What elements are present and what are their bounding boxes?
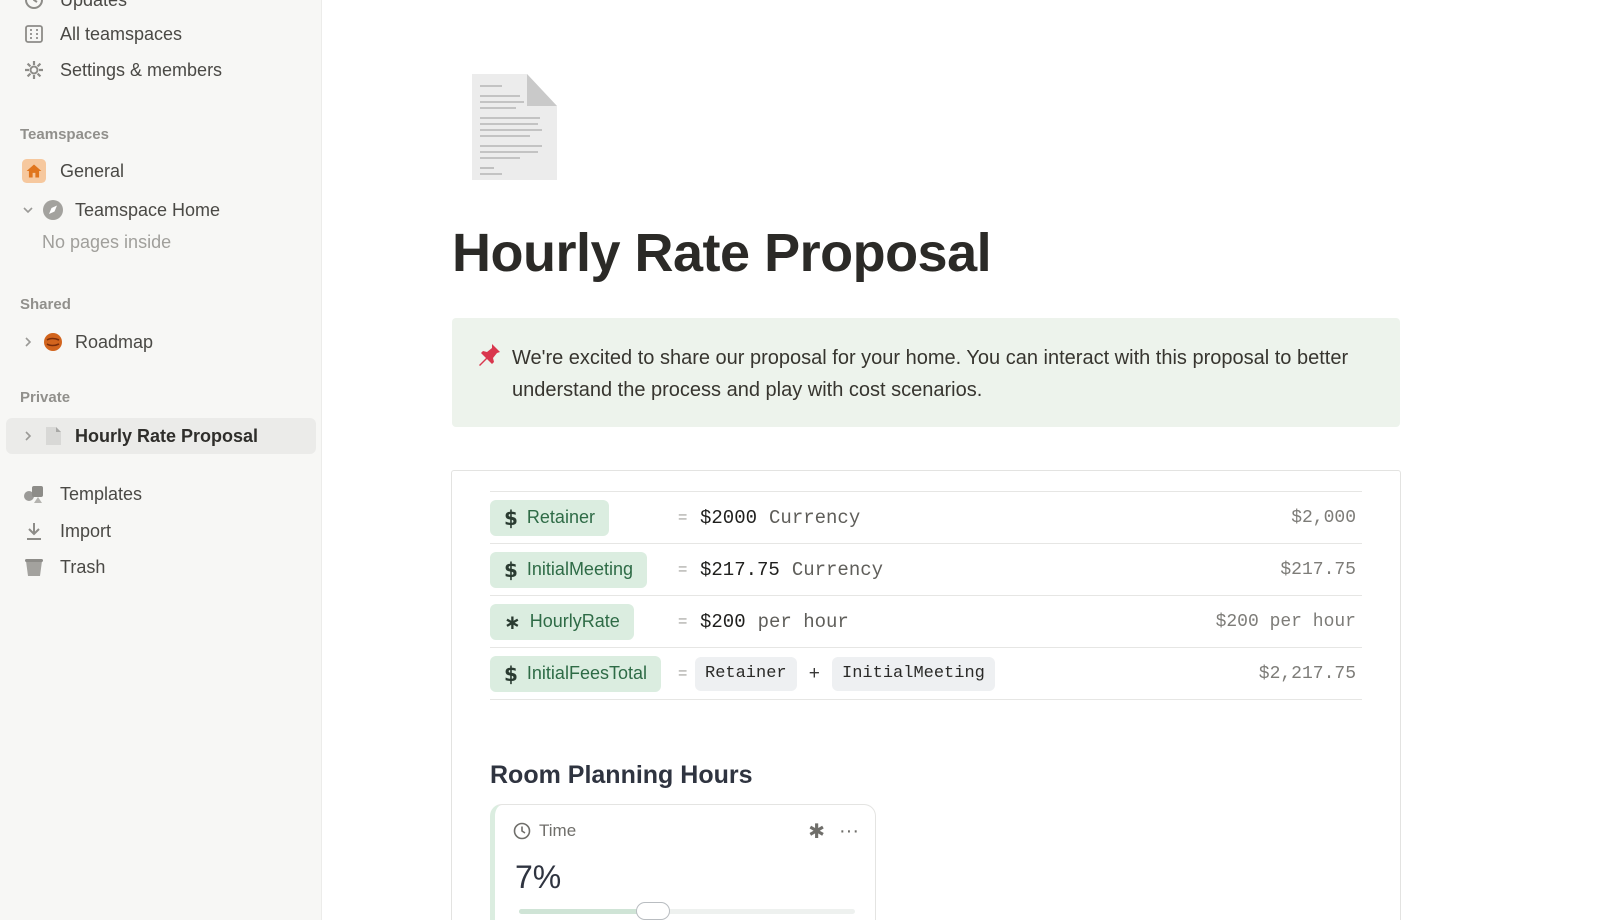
variable-result: $217.75: [1280, 559, 1356, 580]
sidebar-item-hourly-rate-proposal[interactable]: Hourly Rate Proposal: [6, 418, 316, 454]
sidebar-item-import[interactable]: Import: [6, 513, 316, 549]
slider-track[interactable]: [519, 902, 855, 920]
sidebar-item-label: Templates: [60, 483, 143, 504]
variable-result: $2,217.75: [1258, 663, 1356, 684]
time-slider-card[interactable]: Time ✱ ··· 7%: [490, 804, 876, 920]
variables-table: $ Retainer = $2000 Currency $2,000 $ Ini…: [490, 491, 1362, 700]
expression-unit: Currency: [791, 558, 884, 581]
roadmap-icon: [41, 330, 65, 354]
sidebar-item-label: Teamspace Home: [75, 199, 221, 220]
page-document-icon[interactable]: [462, 72, 562, 182]
reference-chip-retainer[interactable]: Retainer: [695, 656, 797, 691]
expression-value: $2000: [700, 506, 758, 529]
callout[interactable]: We're excited to share our proposal for …: [452, 318, 1400, 427]
sidebar-item-label: Roadmap: [75, 331, 154, 352]
slider-value: 7%: [515, 859, 562, 895]
variable-chip-retainer[interactable]: $ Retainer: [490, 499, 609, 536]
equals-sign: =: [678, 508, 688, 526]
variable-name: Retainer: [526, 507, 595, 527]
sidebar-item-trash[interactable]: Trash: [6, 549, 316, 585]
gear-icon: [22, 58, 46, 82]
reference-chip-initial-meeting[interactable]: InitialMeeting: [832, 656, 995, 691]
private-heading: Private: [20, 389, 71, 406]
equals-sign: =: [678, 612, 688, 630]
sidebar-item-all-teamspaces[interactable]: All teamspaces: [6, 16, 316, 52]
dollar-icon: $: [504, 505, 518, 530]
plus-operator: +: [808, 662, 821, 685]
variable-expression[interactable]: Retainer + InitialMeeting: [695, 656, 995, 691]
chevron-right-icon[interactable]: [21, 430, 35, 442]
expression-value: $217.75: [700, 558, 780, 581]
equals-sign: =: [678, 560, 688, 578]
table-row[interactable]: $ InitialFeesTotal = Retainer + InitialM…: [490, 648, 1362, 700]
variable-chip-initial-meeting[interactable]: $ InitialMeeting: [490, 551, 647, 588]
sidebar-item-teamspace-home[interactable]: Teamspace Home: [6, 192, 316, 228]
variable-expression[interactable]: $217.75 Currency: [700, 559, 883, 581]
shared-heading: Shared: [20, 296, 71, 313]
dollar-icon: $: [504, 661, 518, 686]
more-icon[interactable]: ···: [839, 820, 859, 843]
variable-name: HourlyRate: [529, 611, 620, 631]
sidebar: Updates All teamspaces Settings & member…: [0, 0, 322, 920]
slider-fill: [519, 909, 654, 914]
expression-unit: Currency: [769, 506, 861, 529]
sidebar-item-roadmap[interactable]: Roadmap: [6, 324, 316, 360]
variable-name: InitialMeeting: [526, 559, 633, 579]
sidebar-item-label: Trash: [60, 556, 106, 577]
sidebar-item-label: All teamspaces: [60, 23, 183, 44]
sidebar-item-label: General: [60, 160, 125, 181]
sidebar-item-label: Updates: [60, 0, 127, 11]
asterisk-icon[interactable]: ✱: [808, 819, 825, 844]
trash-icon: [22, 555, 46, 579]
app-window: Updates All teamspaces Settings & member…: [0, 0, 1600, 920]
asterisk-icon: ∗: [504, 609, 521, 634]
building-icon: [22, 22, 46, 46]
expression-unit: per hour: [757, 610, 849, 633]
table-row[interactable]: ∗ HourlyRate = $200 per hour $200 per ho…: [490, 596, 1362, 648]
no-pages-label: No pages inside: [42, 232, 172, 252]
teamspaces-heading: Teamspaces: [20, 126, 109, 143]
section-heading[interactable]: Room Planning Hours: [490, 761, 753, 790]
callout-text: We're excited to share our proposal for …: [512, 347, 1349, 401]
sidebar-item-label: Import: [60, 520, 112, 541]
chevron-down-icon[interactable]: [21, 204, 35, 216]
import-icon: [22, 519, 46, 543]
page-title[interactable]: Hourly Rate Proposal: [452, 222, 992, 284]
variable-result: $2,000: [1291, 507, 1356, 528]
clock-icon: [513, 822, 531, 840]
dollar-icon: $: [504, 557, 518, 582]
variable-chip-hourly-rate[interactable]: ∗ HourlyRate: [490, 603, 634, 640]
slider-actions: ✱ ···: [794, 819, 859, 844]
expression-value: $200: [700, 610, 746, 633]
slider-label: Time: [539, 821, 577, 840]
equals-sign: =: [678, 664, 688, 682]
calculator-block[interactable]: $ Retainer = $2000 Currency $2,000 $ Ini…: [451, 470, 1401, 920]
templates-icon: [22, 482, 46, 506]
compass-icon: [41, 198, 65, 222]
clock-icon: [22, 0, 46, 12]
chevron-right-icon[interactable]: [21, 336, 35, 348]
sidebar-item-label: Settings & members: [60, 59, 223, 80]
variable-result: $200 per hour: [1215, 611, 1356, 632]
home-icon: [22, 159, 46, 183]
sidebar-item-settings[interactable]: Settings & members: [6, 52, 316, 88]
page-content: Hourly Rate Proposal We're excited to sh…: [322, 0, 1600, 920]
variable-name: InitialFeesTotal: [526, 663, 647, 683]
document-icon: [41, 424, 65, 448]
pushpin-icon: [476, 342, 512, 427]
sidebar-item-label: Hourly Rate Proposal: [75, 425, 259, 446]
sidebar-item-templates[interactable]: Templates: [6, 476, 316, 512]
sidebar-item-general[interactable]: General: [6, 153, 316, 189]
variable-chip-initial-fees-total[interactable]: $ InitialFeesTotal: [490, 655, 661, 692]
variable-expression[interactable]: $200 per hour: [700, 611, 849, 633]
table-row[interactable]: $ Retainer = $2000 Currency $2,000: [490, 492, 1362, 544]
table-row[interactable]: $ InitialMeeting = $217.75 Currency $217…: [490, 544, 1362, 596]
variable-expression[interactable]: $2000 Currency: [700, 507, 860, 529]
slider-header: Time: [513, 821, 576, 841]
slider-knob[interactable]: [636, 902, 671, 920]
